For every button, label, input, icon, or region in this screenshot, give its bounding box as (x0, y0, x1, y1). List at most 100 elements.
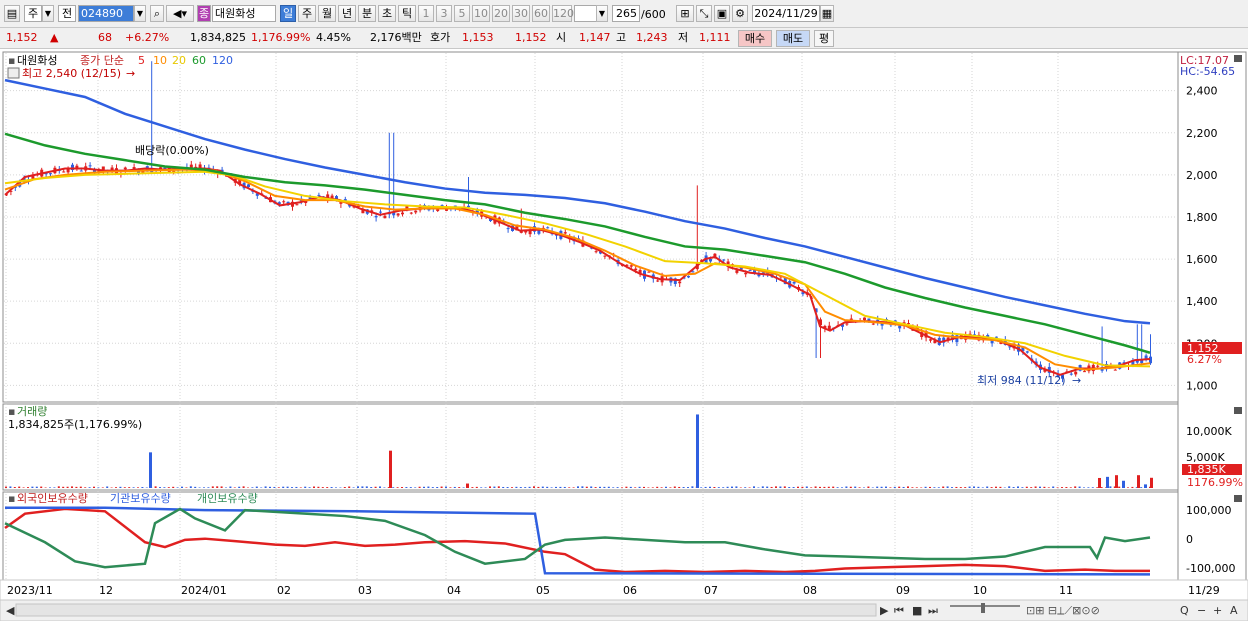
ma-legend-60: 60 (192, 54, 206, 67)
holdings-legend-foreign: 외국인보유수량 (17, 492, 88, 505)
candle-body (594, 251, 598, 253)
candle-body (88, 165, 92, 167)
volume-bar (735, 486, 738, 488)
candle-body (863, 317, 866, 321)
volume-bar (348, 486, 351, 488)
volume-bar (643, 486, 645, 488)
candle-body (845, 323, 849, 325)
candle-body (1113, 369, 1117, 371)
volume-bar (97, 487, 100, 488)
chart-area[interactable]: ▪ 대원화성 종가 단순 5 10 20 60 120 최고 2,540 (12… (0, 0, 1248, 621)
x-axis-label: 03 (358, 584, 372, 597)
volume-bar (911, 487, 914, 488)
volume-spike-bar (696, 414, 699, 488)
volume-bar (493, 486, 496, 488)
text-tool-icon[interactable]: A (1230, 604, 1238, 617)
zoom-out-search-icon[interactable]: Q (1180, 604, 1189, 617)
volume-bar (845, 486, 848, 488)
volume-bar (876, 486, 879, 488)
volume-panel[interactable] (2, 403, 1179, 491)
candle-body (735, 270, 739, 273)
zoom-slider-handle[interactable] (981, 603, 985, 613)
volume-bar (471, 487, 474, 488)
volume-bar (625, 486, 628, 488)
plus-icon[interactable]: + (1213, 604, 1222, 617)
last-icon[interactable]: ⏭ (928, 604, 938, 617)
volume-bar (409, 487, 412, 488)
holdings-collapse-icon[interactable]: ▪ (8, 492, 15, 505)
volume-bar (563, 486, 566, 488)
volume-bar (1065, 487, 1068, 488)
holdings-close-icon[interactable] (1234, 495, 1242, 502)
volume-bar (669, 487, 672, 488)
candle-body (409, 212, 413, 214)
candle-body (383, 215, 387, 219)
candle-body (871, 323, 875, 325)
volume-bar (731, 486, 733, 488)
volume-spike-bar (466, 483, 469, 488)
candle-body (867, 318, 871, 321)
candle-body (687, 275, 690, 278)
ma-legend-10: 10 (153, 54, 167, 67)
volume-bar (321, 487, 324, 488)
volume-bar (167, 487, 170, 488)
holdings-legend-individual: 개인보유수량 (197, 492, 258, 505)
volume-bar (489, 486, 491, 488)
volume-bar (66, 486, 69, 488)
volume-bar (1047, 487, 1050, 488)
volume-bar (704, 486, 707, 488)
x-axis-label: 07 (704, 584, 718, 597)
candle-body (66, 169, 70, 173)
tool-icons[interactable]: ⊡⊞ ⊟⟂⟋⊠⊙⊘ (1026, 604, 1100, 617)
volume-bar (414, 487, 417, 488)
volume-bar (88, 487, 91, 488)
volume-bar (361, 486, 364, 488)
volume-spike-bar (1098, 477, 1101, 488)
price-panel[interactable] (2, 51, 1179, 403)
volume-bar (841, 487, 843, 488)
volume-spike-bar (1106, 476, 1109, 488)
volume-bar (330, 487, 333, 488)
first-icon[interactable]: ⏮ (894, 604, 904, 617)
volume-close-icon[interactable] (1234, 407, 1242, 414)
volume-bar (277, 487, 280, 488)
candle-body (722, 259, 726, 261)
volume-bar (242, 486, 245, 488)
volume-bar (123, 487, 126, 488)
volume-bar (449, 487, 452, 488)
scroll-left-icon[interactable]: ◀ (6, 604, 15, 617)
volume-bar (1091, 487, 1094, 488)
candle-body (929, 339, 932, 341)
stop-icon[interactable]: ■ (912, 604, 922, 617)
panel-collapse-icon[interactable]: ▪ (8, 54, 15, 67)
volume-bar (537, 486, 540, 488)
ma-legend-120: 120 (212, 54, 233, 67)
volume-bar (418, 486, 421, 488)
x-axis-label: 02 (277, 584, 291, 597)
x-axis-end-label: 11/29 (1188, 584, 1220, 597)
volume-bar (79, 486, 82, 488)
table-icon[interactable] (7, 67, 20, 79)
volume-bar (220, 486, 223, 488)
volume-bar (638, 486, 641, 488)
minus-icon[interactable]: − (1197, 604, 1206, 617)
volume-collapse-icon[interactable]: ▪ (8, 405, 15, 418)
x-axis-label: 11 (1059, 584, 1073, 597)
volume-bar (550, 487, 553, 488)
volume-bar (75, 486, 78, 488)
price-close-icon[interactable] (1234, 55, 1242, 62)
volume-bar (616, 487, 619, 488)
volume-bar (365, 486, 368, 488)
volume-bar (823, 486, 826, 488)
volume-bar (216, 486, 219, 488)
volume-bar (84, 487, 87, 488)
volume-bar (898, 486, 901, 488)
volume-bar (682, 487, 685, 488)
volume-bar (577, 486, 579, 488)
scroll-track[interactable] (15, 603, 877, 617)
volume-title: 거래량 (17, 405, 47, 418)
volume-bar (519, 487, 522, 488)
scroll-right-icon[interactable]: ▶ (880, 604, 889, 617)
x-axis-label: 06 (623, 584, 637, 597)
candle-body (247, 184, 250, 188)
